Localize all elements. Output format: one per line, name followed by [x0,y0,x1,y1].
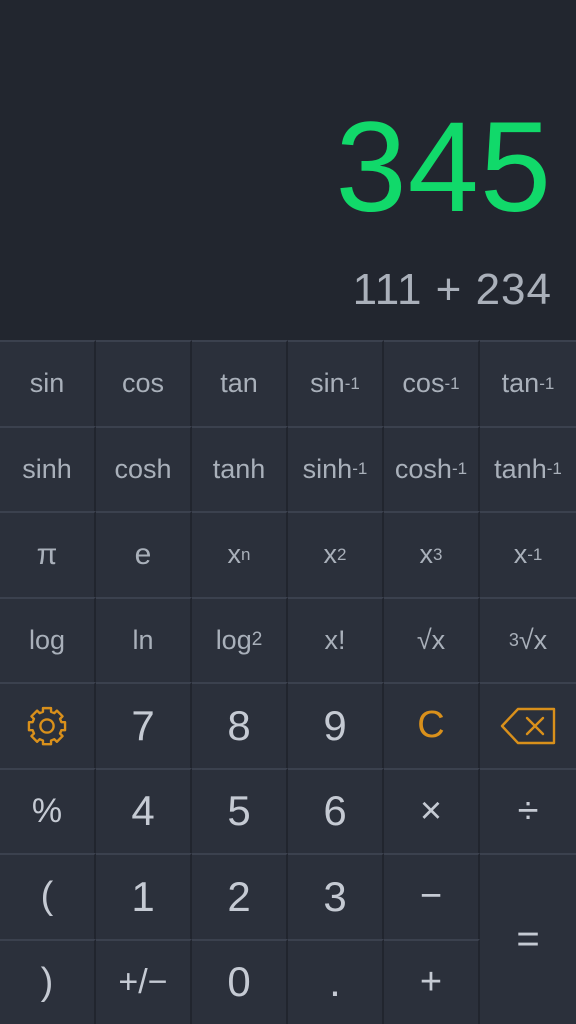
key-square-base: x [323,539,338,570]
key-paren-close[interactable]: ) [0,938,96,1024]
key-asinh-base: sinh [302,453,353,484]
key-paren-open[interactable]: ( [0,853,96,939]
key-asin-base: sin [310,368,345,399]
key-cbrt[interactable]: 3 √x [480,596,576,682]
keypad: sin cos tan sin -1 cos -1 tan -1 sinh cosh … [0,340,576,1024]
key-sin[interactable]: sin [0,340,96,426]
key-acosh[interactable]: cosh -1 [384,425,480,511]
key-cos[interactable]: cos [96,340,192,426]
key-0[interactable]: 0 [192,938,288,1024]
key-atanh-base: tanh [494,453,547,484]
key-divide[interactable]: ÷ [480,767,576,853]
key-multiply[interactable]: × [384,767,480,853]
result-value: 345 [335,96,552,239]
key-tan[interactable]: tan [192,340,288,426]
equals-glyph: = [516,917,540,961]
key-atan[interactable]: tan -1 [480,340,576,426]
key-4[interactable]: 4 [96,767,192,853]
key-backspace[interactable] [480,682,576,768]
key-5[interactable]: 5 [192,767,288,853]
key-power-n-base: x [227,539,242,570]
key-e[interactable]: e [96,511,192,597]
key-cosh[interactable]: cosh [96,425,192,511]
key-6[interactable]: 6 [288,767,384,853]
key-percent[interactable]: % [0,767,96,853]
key-power-n[interactable]: xn [192,511,288,597]
key-log2-base: log [215,624,252,655]
key-equals[interactable]: = [480,853,576,1024]
settings-gear-icon [25,704,69,748]
calculator-app: 345 111 + 234 sin cos tan sin -1 cos -1 ta… [0,0,576,1024]
key-reciprocal-base: x [513,539,528,570]
key-2[interactable]: 2 [192,853,288,939]
key-ln[interactable]: ln [96,596,192,682]
key-tanh[interactable]: tanh [192,425,288,511]
key-log[interactable]: log [0,596,96,682]
equation-expression: 111 + 234 [352,265,552,314]
key-cube-base: x [419,539,434,570]
key-clear[interactable]: C [384,682,480,768]
key-plus[interactable]: + [384,938,480,1024]
backspace-icon [499,706,557,746]
key-asin[interactable]: sin -1 [288,340,384,426]
key-asinh[interactable]: sinh -1 [288,425,384,511]
key-7[interactable]: 7 [96,682,192,768]
key-minus[interactable]: − [384,853,480,939]
key-9[interactable]: 9 [288,682,384,768]
key-acosh-base: cosh [394,453,452,484]
key-atan-base: tan [501,368,540,399]
key-sinh[interactable]: sinh [0,425,96,511]
key-reciprocal[interactable]: x -1 [480,511,576,597]
key-sqrt[interactable]: √x [384,596,480,682]
key-factorial[interactable]: x! [288,596,384,682]
calculator-display: 345 111 + 234 [0,0,576,340]
key-1[interactable]: 1 [96,853,192,939]
key-log2[interactable]: log 2 [192,596,288,682]
key-acos[interactable]: cos -1 [384,340,480,426]
key-settings[interactable] [0,682,96,768]
key-cbrt-body: √x [518,624,548,655]
key-cube[interactable]: x3 [384,511,480,597]
key-square[interactable]: x2 [288,511,384,597]
key-decimal[interactable]: . [288,938,384,1024]
key-8[interactable]: 8 [192,682,288,768]
key-pi[interactable]: π [0,511,96,597]
key-plus-minus[interactable]: +/− [96,938,192,1024]
key-acos-base: cos [402,368,445,399]
key-3[interactable]: 3 [288,853,384,939]
key-atanh[interactable]: tanh -1 [480,425,576,511]
